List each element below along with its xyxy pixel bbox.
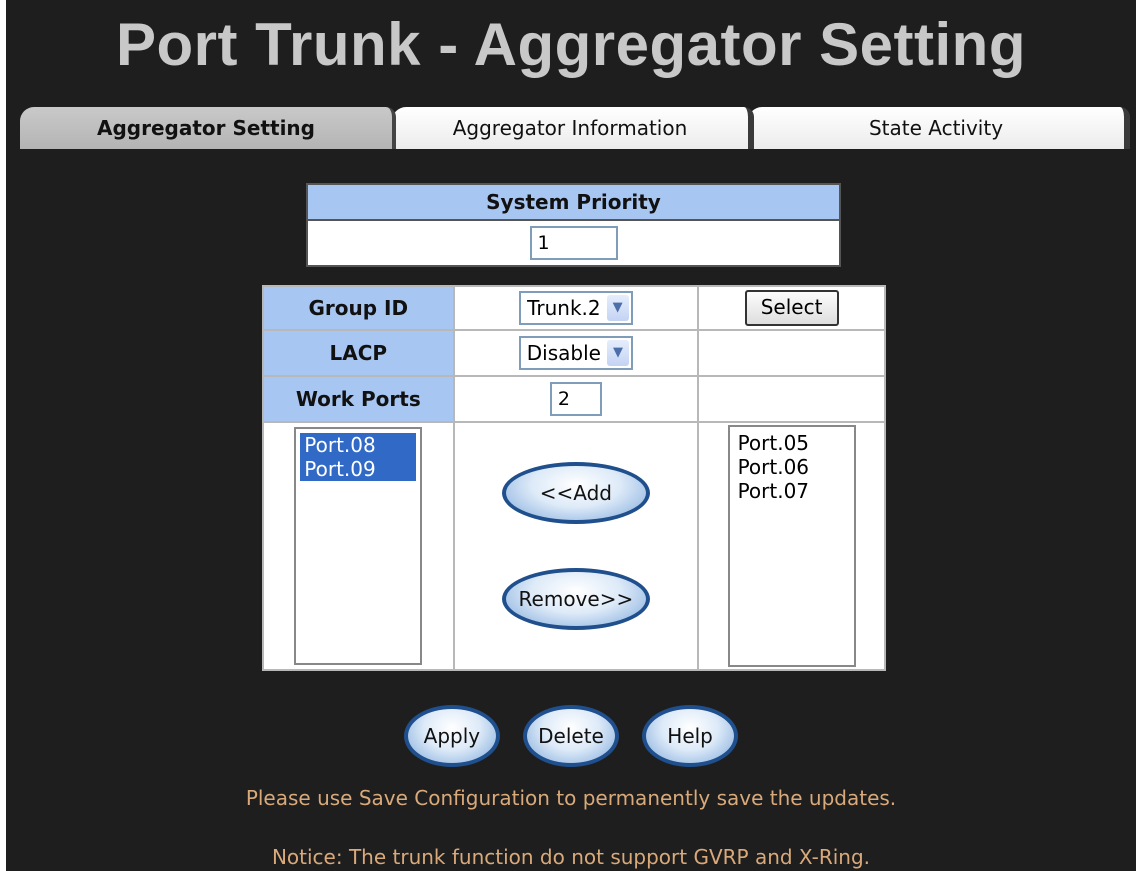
apply-button[interactable]: Apply bbox=[403, 705, 500, 767]
list-item[interactable]: Port.06 bbox=[734, 455, 850, 479]
help-button[interactable]: Help bbox=[642, 705, 739, 767]
lacp-empty-cell bbox=[697, 329, 886, 377]
available-port-list[interactable]: Port.05 Port.06 Port.07 bbox=[727, 425, 856, 667]
group-id-label: Group ID bbox=[262, 285, 455, 331]
trunk-member-list[interactable]: Port.08 Port.09 bbox=[294, 427, 423, 665]
add-button[interactable]: <<Add bbox=[501, 462, 650, 524]
work-ports-input[interactable]: 2 bbox=[549, 382, 602, 416]
tab-state-activity[interactable]: State Activity bbox=[748, 107, 1130, 149]
system-priority-header: System Priority bbox=[306, 183, 841, 221]
trunk-members-cell: Port.08 Port.09 bbox=[262, 421, 455, 671]
list-item[interactable]: Port.05 bbox=[734, 431, 850, 455]
group-id-value: Trunk.2 bbox=[527, 296, 601, 320]
remove-button[interactable]: Remove>> bbox=[501, 568, 650, 630]
chevron-down-icon: ▼ bbox=[606, 340, 629, 366]
tab-aggregator-information[interactable]: Aggregator Information bbox=[392, 107, 754, 149]
group-id-select[interactable]: Trunk.2 ▼ bbox=[519, 291, 633, 325]
lacp-cell: Disable ▼ bbox=[452, 329, 700, 377]
page-title: Port Trunk - Aggregator Setting bbox=[116, 11, 1026, 78]
aggregator-config-table: Group ID Trunk.2 ▼ Select LACP Disable ▼ bbox=[262, 285, 886, 671]
work-ports-cell: 2 bbox=[452, 375, 700, 423]
chevron-down-icon: ▼ bbox=[606, 295, 629, 321]
notice-text: Notice: The trunk function do not suppor… bbox=[271, 845, 871, 869]
move-buttons-cell: <<Add Remove>> bbox=[452, 421, 700, 671]
main-panel: Port Trunk - Aggregator Setting State Ac… bbox=[6, 0, 1136, 871]
delete-button[interactable]: Delete bbox=[523, 705, 619, 767]
select-button[interactable]: Select bbox=[744, 290, 839, 326]
list-item[interactable]: Port.09 bbox=[300, 457, 417, 481]
available-ports-cell: Port.05 Port.06 Port.07 bbox=[697, 421, 886, 671]
lacp-select[interactable]: Disable ▼ bbox=[518, 336, 633, 370]
system-priority-cell: 1 bbox=[306, 219, 841, 267]
work-ports-label: Work Ports bbox=[262, 375, 455, 423]
select-cell: Select bbox=[697, 285, 886, 331]
list-item[interactable]: Port.08 bbox=[300, 433, 417, 457]
save-hint-text: Please use Save Configuration to permane… bbox=[245, 786, 897, 810]
tab-bar: State Activity Aggregator Information Ag… bbox=[20, 107, 1130, 149]
lacp-label: LACP bbox=[262, 329, 455, 377]
work-ports-empty-cell bbox=[697, 375, 886, 423]
action-buttons: Apply Delete Help bbox=[6, 705, 1136, 767]
system-priority-input[interactable]: 1 bbox=[529, 226, 618, 260]
group-id-cell: Trunk.2 ▼ bbox=[452, 285, 700, 331]
tab-aggregator-setting[interactable]: Aggregator Setting bbox=[20, 107, 396, 149]
lacp-value: Disable bbox=[526, 341, 601, 365]
system-priority-table: System Priority 1 bbox=[306, 183, 841, 267]
list-item[interactable]: Port.07 bbox=[734, 479, 850, 503]
